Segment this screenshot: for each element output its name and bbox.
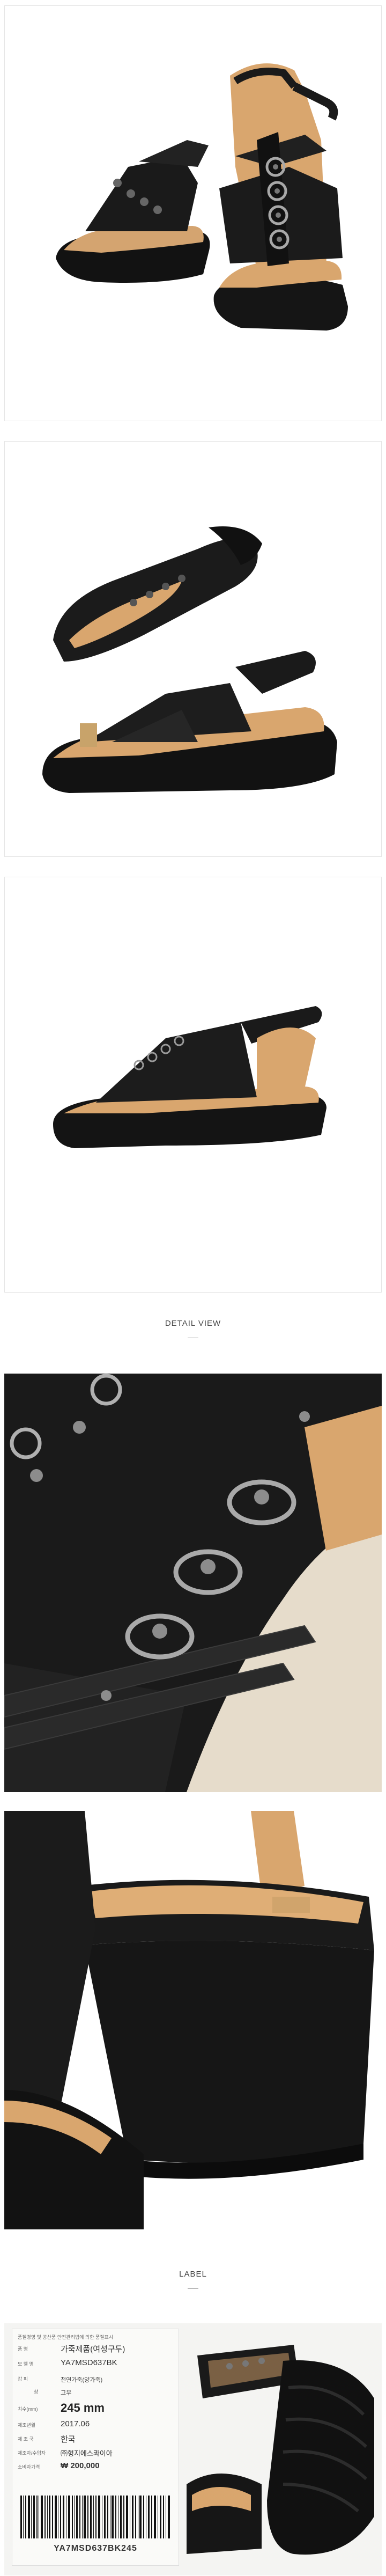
- label-photo: 품질경영 및 공산품 안전관리법에 의한 품질표시 품 명 가죽제품(여성구두)…: [4, 2323, 382, 2575]
- label-country-value: 한국: [61, 2435, 76, 2444]
- label-size-value: 245 mm: [61, 2401, 105, 2414]
- detail-photo-rings: [4, 1374, 382, 1792]
- label-title: LABEL: [179, 2270, 207, 2279]
- product-photo-side: [4, 441, 382, 857]
- product-photo-lateral: [4, 877, 382, 1293]
- sandal-front-illustration: [56, 63, 348, 331]
- label-row-key-2: 모 델 명: [18, 2361, 34, 2367]
- label-maker-key: 제조자/수입자: [18, 2450, 46, 2456]
- label-divider: [188, 2288, 198, 2289]
- detail-view-title: DETAIL VIEW: [165, 1319, 221, 1328]
- barcode-graphic: [20, 2496, 170, 2538]
- label-date-key: 제조년월: [18, 2423, 36, 2428]
- label-row-key-3: 갑 피: [18, 2376, 28, 2382]
- label-row-value-4: 고무: [61, 2390, 72, 2396]
- label-row-key-1: 품 명: [18, 2346, 28, 2352]
- sandal-lateral-illustration: [53, 1006, 326, 1148]
- label-row-value-3: 천연가죽(양가죽): [61, 2377, 103, 2383]
- label-row-value-1: 가죽제품(여성구두): [61, 2345, 125, 2354]
- label-price-key: 소비자가격: [18, 2464, 40, 2470]
- detail-photo-heel: [4, 1811, 382, 2229]
- label-shoe-illustration: [187, 2323, 380, 2575]
- care-label-card: 품질경영 및 공산품 안전관리법에 의한 품질표시 품 명 가죽제품(여성구두)…: [12, 2329, 179, 2566]
- label-country-key: 제 조 국: [18, 2436, 34, 2442]
- label-maker-value: ㈜형지에스콰이아: [61, 2449, 113, 2457]
- label-row-value-2: YA7MSD637BK: [61, 2358, 117, 2367]
- label-row-key-4: 창: [34, 2389, 39, 2395]
- product-photo-front: [4, 5, 382, 421]
- label-size-key: 치수(mm): [18, 2406, 38, 2412]
- label-header-note: 품질경영 및 공산품 안전관리법에 의한 품질표시: [18, 2335, 114, 2340]
- label-price-value: ₩ 200,000: [61, 2461, 100, 2470]
- heel-closeup-illustration: [4, 1811, 382, 2229]
- sandal-side-illustration: [42, 526, 337, 793]
- label-date-value: 2017.06: [61, 2419, 90, 2428]
- barcode-text: YA7MSD637BK245: [54, 2544, 137, 2553]
- rings-closeup-illustration: [4, 1374, 382, 1792]
